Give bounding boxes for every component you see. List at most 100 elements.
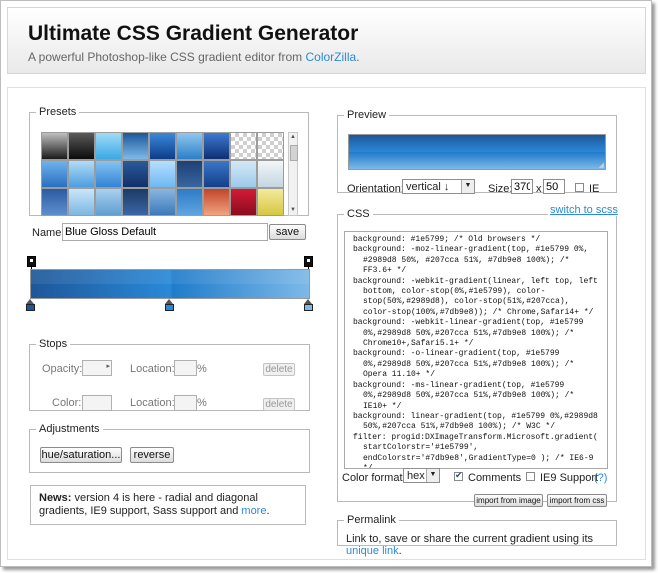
scroll-up-icon[interactable]: ▲ xyxy=(289,133,297,142)
css-code-line: background: -webkit-gradient(linear, lef… xyxy=(353,276,603,317)
page-header: Ultimate CSS Gradient Generator A powerf… xyxy=(7,7,646,74)
ie9-help-link[interactable]: (?) xyxy=(594,472,607,484)
preset-swatch[interactable] xyxy=(149,188,176,216)
preset-swatch[interactable] xyxy=(230,132,257,160)
size-x: x xyxy=(536,183,542,195)
subtitle-end: . xyxy=(356,50,360,64)
preset-swatch[interactable] xyxy=(176,132,203,160)
color-format-value: hex xyxy=(407,470,425,482)
comments-checkbox[interactable] xyxy=(454,470,463,481)
delete-opacity-button[interactable]: delete xyxy=(263,363,295,376)
preset-swatch[interactable] xyxy=(230,188,257,216)
ie-checkbox[interactable] xyxy=(575,183,584,192)
preset-swatch[interactable] xyxy=(68,132,95,160)
adjustments-legend: Adjustments xyxy=(39,423,100,435)
css-code-line: background: linear-gradient(top, #1e5799… xyxy=(353,411,603,432)
ie9-support-checkbox[interactable] xyxy=(526,472,535,481)
resize-grip-icon[interactable]: ◢ xyxy=(599,161,604,169)
ie-label: IE xyxy=(589,183,600,195)
preset-swatch[interactable] xyxy=(176,160,203,188)
preset-swatch[interactable] xyxy=(68,160,95,188)
opacity-percent: % xyxy=(197,363,207,375)
preset-swatch[interactable] xyxy=(257,132,284,160)
reverse-button[interactable]: reverse xyxy=(130,447,174,463)
presets-grid xyxy=(41,132,287,216)
color-stop-swatch[interactable] xyxy=(165,304,174,311)
app-frame: Ultimate CSS Gradient Generator A powerf… xyxy=(0,0,652,567)
colorzilla-link[interactable]: ColorZilla xyxy=(306,50,357,64)
css-code-line: background: -moz-linear-gradient(top, #1… xyxy=(353,245,594,276)
import-from-image-button[interactable]: import from image xyxy=(474,494,543,507)
permalink-legend: Permalink xyxy=(347,514,396,526)
color-location-field[interactable] xyxy=(174,395,197,411)
news-more-link[interactable]: more xyxy=(241,505,266,517)
color-stop-swatch[interactable] xyxy=(26,304,35,311)
preset-swatch[interactable] xyxy=(41,132,68,160)
css-code-line: background: #1e5799; /* Old browsers */ xyxy=(353,235,541,244)
news-title: News: xyxy=(39,492,72,504)
preset-swatch[interactable] xyxy=(176,188,203,216)
preset-swatch[interactable] xyxy=(203,132,230,160)
page-title: Ultimate CSS Gradient Generator xyxy=(28,22,359,45)
scroll-thumb[interactable] xyxy=(290,145,298,161)
scroll-down-icon[interactable]: ▼ xyxy=(289,206,297,215)
preset-swatch[interactable] xyxy=(257,188,284,216)
preset-swatch[interactable] xyxy=(95,132,122,160)
save-button[interactable]: save xyxy=(269,224,306,240)
opacity-label: Opacity: xyxy=(42,363,83,375)
preset-swatch[interactable] xyxy=(149,160,176,188)
comments-label: Comments xyxy=(468,472,522,484)
preset-swatch[interactable] xyxy=(203,160,230,188)
preset-swatch[interactable] xyxy=(122,132,149,160)
css-code-box[interactable]: background: #1e5799; /* Old browsers */b… xyxy=(344,231,608,469)
preset-swatch[interactable] xyxy=(122,188,149,216)
preview-height-input[interactable] xyxy=(543,179,565,194)
size-label: Size: xyxy=(488,183,513,195)
hue-saturation-button[interactable]: hue/saturation... xyxy=(40,447,122,463)
preset-swatch[interactable] xyxy=(203,188,230,216)
import-from-css-button[interactable]: import from css xyxy=(547,494,607,507)
delete-color-button[interactable]: delete xyxy=(263,398,295,411)
permalink-body: Link to, save or share the current gradi… xyxy=(346,533,594,545)
color-format-select[interactable]: hex ▼ xyxy=(403,468,440,483)
color-location-label: Location: xyxy=(130,397,175,409)
gradient-name-input[interactable] xyxy=(62,223,268,241)
presets-legend: Presets xyxy=(39,106,77,118)
presets-scrollbar[interactable]: ▲ ▼ xyxy=(288,132,298,216)
unique-link[interactable]: unique link xyxy=(346,545,399,557)
color-format-dropdown-icon[interactable]: ▼ xyxy=(426,469,439,482)
gradient-preview: ◢ xyxy=(348,134,606,170)
preset-swatch[interactable] xyxy=(41,160,68,188)
orientation-select[interactable]: vertical ↓ ▼ xyxy=(402,179,475,194)
news-box: News: version 4 is here - radial and dia… xyxy=(30,485,306,525)
opacity-location-field[interactable] xyxy=(174,360,197,376)
color-format-label: Color format: xyxy=(342,472,406,484)
color-field[interactable] xyxy=(82,395,112,411)
color-percent: % xyxy=(197,397,207,409)
color-stop-swatch[interactable] xyxy=(304,304,313,311)
preview-fieldset: Preview ◢ Orientation: vertical ↓ ▼ Size… xyxy=(337,109,617,195)
preset-swatch[interactable] xyxy=(257,160,284,188)
presets-fieldset: Presets ▲ ▼ xyxy=(29,106,309,216)
permalink-fieldset: Permalink Link to, save or share the cur… xyxy=(337,514,617,557)
switch-to-scss-link[interactable]: switch to scss xyxy=(548,204,620,216)
preview-legend: Preview xyxy=(347,109,387,121)
opacity-arrow-icon[interactable]: ▸ xyxy=(106,362,110,370)
preset-swatch[interactable] xyxy=(41,188,68,216)
preset-swatch[interactable] xyxy=(95,160,122,188)
orientation-dropdown-icon[interactable]: ▼ xyxy=(461,180,474,193)
preset-swatch[interactable] xyxy=(95,188,122,216)
preset-swatch[interactable] xyxy=(68,188,95,216)
preset-swatch[interactable] xyxy=(122,160,149,188)
stops-legend: Stops xyxy=(39,338,68,350)
name-label: Name: xyxy=(32,227,65,239)
subtitle-text: A powerful Photoshop-like CSS gradient e… xyxy=(28,50,303,64)
preset-swatch[interactable] xyxy=(230,160,257,188)
opacity-field[interactable]: ▸ xyxy=(82,360,112,376)
color-label: Color: xyxy=(52,397,82,409)
adjustments-fieldset: Adjustments hue/saturation... reverse xyxy=(29,423,310,473)
gradient-bar[interactable] xyxy=(30,269,310,299)
preview-width-input[interactable] xyxy=(511,179,533,194)
css-code-line: background: -webkit-linear-gradient(top,… xyxy=(353,318,589,349)
preset-swatch[interactable] xyxy=(149,132,176,160)
